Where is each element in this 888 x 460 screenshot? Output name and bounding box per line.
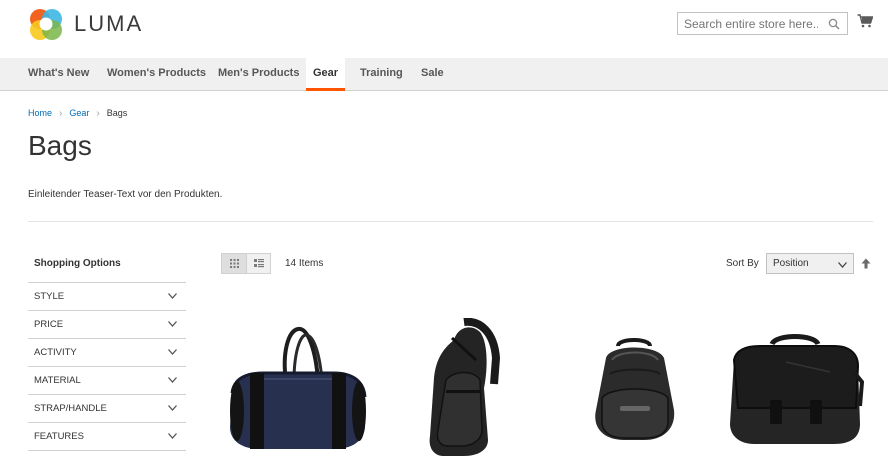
chevron-down-icon	[168, 349, 177, 355]
chevron-down-icon	[168, 293, 177, 299]
nav-item-womens-products[interactable]: Women's Products	[105, 58, 208, 91]
filter-features[interactable]: Features	[28, 423, 186, 451]
filter-strap-handle[interactable]: Strap/Handle	[28, 395, 186, 423]
chevron-down-icon	[838, 262, 847, 268]
items-count: 14 Items	[285, 258, 324, 269]
nav-item-gear[interactable]: Gear	[306, 58, 346, 91]
sidebar-title: Shopping Options	[28, 253, 186, 283]
cart-icon[interactable]	[857, 14, 873, 28]
header: LUMA	[0, 0, 888, 58]
breadcrumb-separator-icon: ›	[59, 108, 63, 119]
breadcrumb-gear[interactable]: Gear	[69, 108, 89, 118]
luma-logo-icon[interactable]	[28, 6, 64, 42]
filter-activity[interactable]: Activity	[28, 339, 186, 367]
filter-style[interactable]: Style	[28, 283, 186, 311]
breadcrumb-separator-icon: ›	[96, 108, 100, 119]
list-icon	[254, 259, 264, 268]
search-icon[interactable]	[828, 18, 840, 30]
chevron-down-icon	[168, 377, 177, 383]
filter-label: Features	[34, 431, 84, 442]
filter-label: Style	[34, 291, 65, 302]
product-image-duffle-bag[interactable]	[224, 323, 370, 453]
sort-label: Sort By	[726, 258, 759, 269]
nav-item-training[interactable]: Training	[358, 58, 405, 91]
filter-label: Activity	[34, 347, 77, 358]
breadcrumb-current: Bags	[106, 108, 128, 118]
search-input[interactable]	[678, 13, 818, 34]
search-box[interactable]	[677, 12, 848, 35]
filter-material[interactable]: Material	[28, 367, 186, 395]
view-mode-switcher	[221, 253, 271, 274]
shopping-options-sidebar: Shopping Options Style Price Activity Ma…	[28, 253, 186, 451]
product-image-sling-backpack[interactable]	[424, 318, 504, 458]
sort-select-value: Position	[773, 258, 809, 269]
category-teaser: Einleitender Teaser-Text vor den Produkt…	[28, 189, 223, 200]
breadcrumb-home[interactable]: Home	[28, 108, 52, 118]
nav-item-sale[interactable]: Sale	[419, 58, 446, 91]
list-view-button[interactable]	[247, 254, 271, 273]
page-title: Bags	[28, 130, 92, 161]
product-image-backpack[interactable]	[588, 336, 682, 442]
filter-label: Material	[34, 375, 81, 386]
arrow-up-icon[interactable]	[861, 258, 871, 269]
divider	[28, 221, 873, 222]
sort-select[interactable]: Position	[766, 253, 854, 274]
product-image-messenger-bag[interactable]	[726, 332, 864, 448]
filter-label: Price	[34, 319, 64, 330]
chevron-down-icon	[168, 405, 177, 411]
main-nav: What's New Women's Products Men's Produc…	[0, 58, 888, 91]
chevron-down-icon	[168, 433, 177, 439]
breadcrumb: Home › Gear › Bags	[28, 108, 127, 119]
chevron-down-icon	[168, 321, 177, 327]
filter-price[interactable]: Price	[28, 311, 186, 339]
nav-item-whats-new[interactable]: What's New	[26, 58, 91, 91]
grid-icon	[230, 259, 239, 268]
nav-item-mens-products[interactable]: Men's Products	[216, 58, 301, 91]
logo-text[interactable]: LUMA	[74, 11, 143, 37]
filter-label: Strap/Handle	[34, 403, 107, 414]
grid-view-button[interactable]	[222, 254, 247, 273]
